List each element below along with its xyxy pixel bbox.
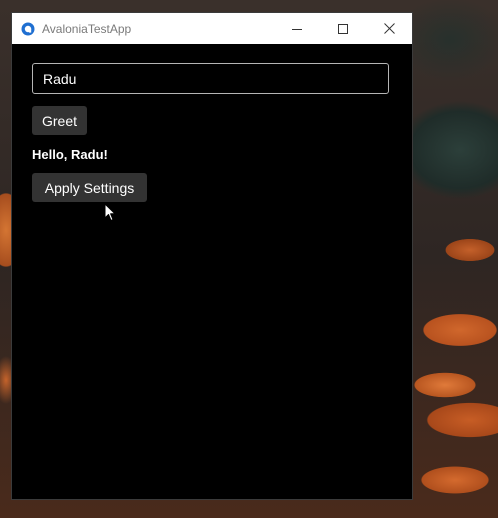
mouse-pointer-icon [104,203,116,221]
window-title: AvaloniaTestApp [42,21,132,36]
app-window: AvaloniaTestApp Greet Hello, R [12,13,412,499]
name-input[interactable] [32,63,389,94]
avalonia-logo-icon [21,22,35,36]
title-bar[interactable]: AvaloniaTestApp [12,13,412,44]
close-icon [383,23,395,34]
apply-settings-button[interactable]: Apply Settings [32,173,147,202]
greet-button[interactable]: Greet [32,106,87,135]
minimize-icon [292,28,302,30]
maximize-icon [338,23,348,34]
minimize-button[interactable] [274,13,320,44]
maximize-button[interactable] [320,13,366,44]
caption-buttons [274,13,412,44]
greeting-text: Hello, Radu! [32,147,108,162]
close-button[interactable] [366,13,412,44]
